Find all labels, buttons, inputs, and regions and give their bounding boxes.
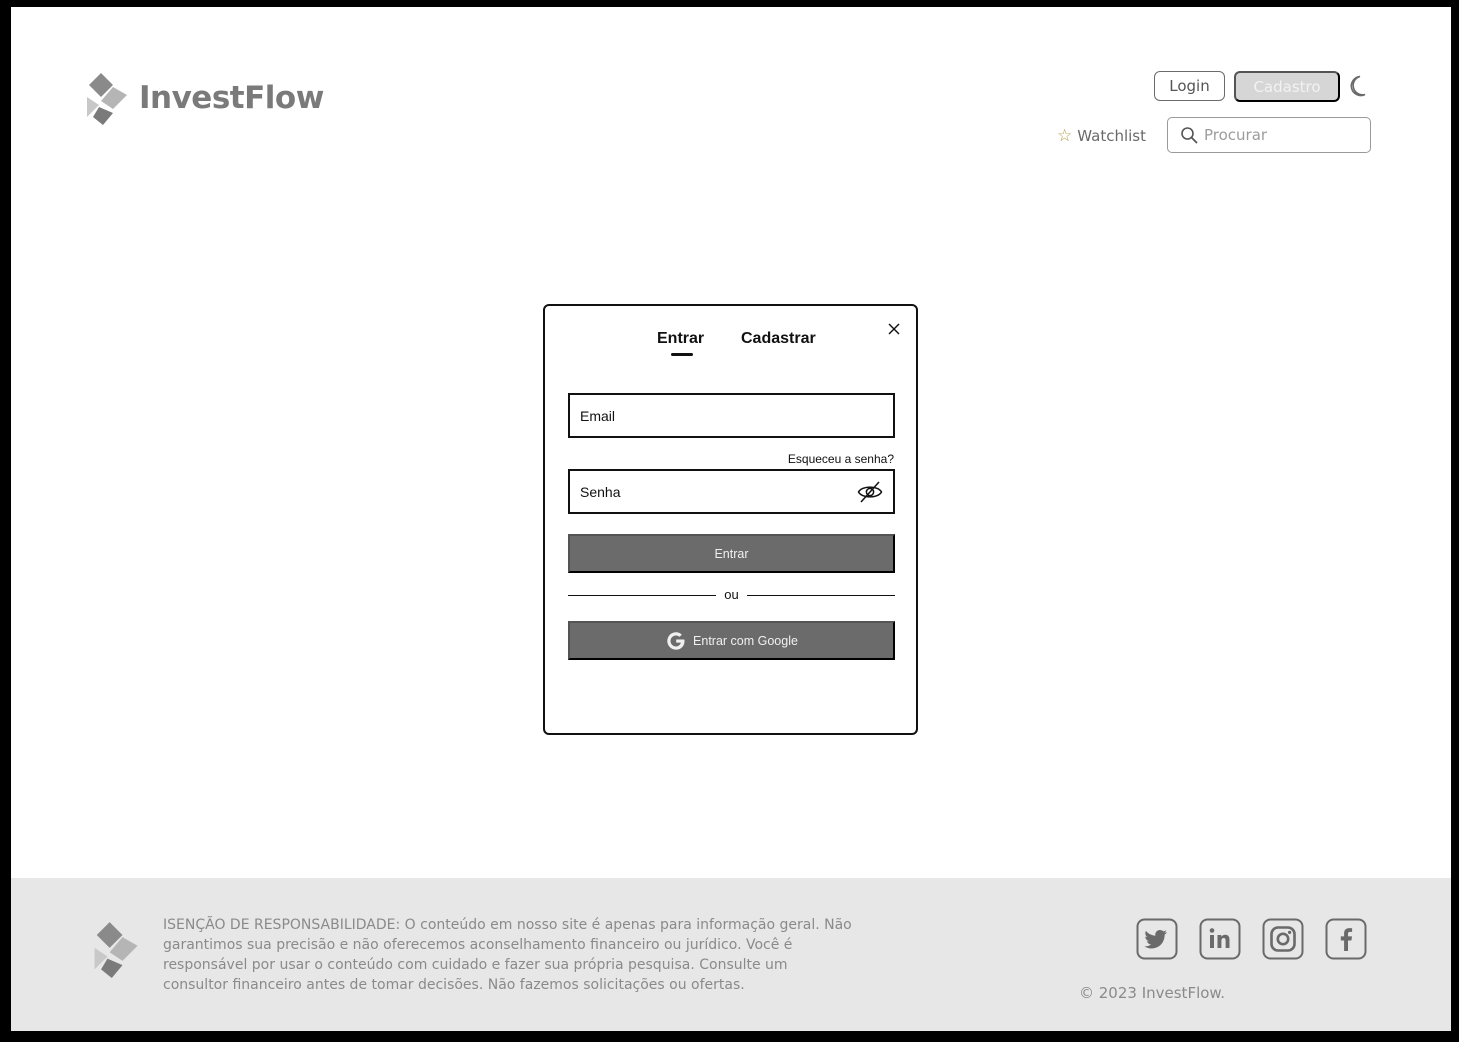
search-input[interactable] [1204,126,1364,144]
watchlist-link[interactable]: ☆ Watchlist [1057,125,1146,147]
dark-mode-moon-icon[interactable] [1348,74,1372,98]
linkedin-icon[interactable] [1199,918,1241,960]
logo-mark-icon [87,73,127,125]
tab-signup[interactable]: Cadastrar [741,330,816,348]
watchlist-label: Watchlist [1077,127,1146,145]
tab-signin[interactable]: Entrar [657,330,704,348]
star-icon: ☆ [1057,126,1073,146]
divider-line-right [747,595,895,596]
email-field[interactable] [568,393,895,438]
login-modal: Entrar Cadastrar Esqueceu a senha? Entra… [543,304,918,735]
footer: ISENÇÃO DE RESPONSABILIDADE: O conteúdo … [11,878,1451,1031]
google-signin-button[interactable]: Entrar com Google [568,621,895,660]
login-button[interactable]: Login [1154,71,1225,101]
disclaimer-text: ISENÇÃO DE RESPONSABILIDADE: O conteúdo … [163,917,852,993]
signup-button[interactable]: Cadastro [1234,71,1340,102]
hide-password-eye-icon[interactable] [857,480,883,504]
search-icon [1181,127,1198,144]
email-input[interactable] [580,407,850,424]
logo-text: InvestFlow [139,80,324,116]
forgot-password-link[interactable]: Esqueceu a senha? [788,452,894,466]
active-tab-indicator [671,353,693,356]
close-icon[interactable] [887,322,901,336]
google-icon [667,631,685,650]
logo[interactable]: InvestFlow [83,71,324,125]
copyright-text: © 2023 InvestFlow. [1079,984,1226,1002]
page: InvestFlow Login Cadastro ☆ Watchlist En… [11,7,1451,1031]
password-input[interactable] [580,483,850,500]
signin-submit-button[interactable]: Entrar [568,534,895,573]
search-box[interactable] [1167,117,1371,153]
password-field[interactable] [568,469,895,514]
facebook-icon[interactable] [1325,918,1367,960]
google-signin-label: Entrar com Google [693,633,798,648]
footer-logo-icon [94,922,138,978]
twitter-icon[interactable] [1136,918,1178,960]
instagram-icon[interactable] [1262,918,1304,960]
or-divider: ou [568,587,895,603]
